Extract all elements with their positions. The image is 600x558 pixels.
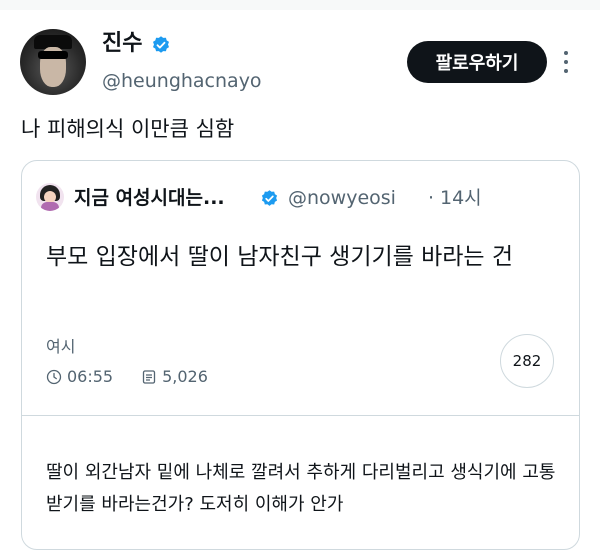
quoted-tweet-card[interactable]: 지금 여성시대는... @nowyeosi · 14시 부모 입장에서 딸이 남…: [21, 160, 580, 550]
author-avatar[interactable]: [20, 29, 86, 95]
separator-dot: ·: [428, 187, 435, 209]
quoted-post-meta: 06:55 5,026: [46, 367, 208, 386]
comment-count-badge: 282: [500, 334, 554, 388]
quoted-avatar: [36, 183, 64, 211]
quoted-post-views: 5,026: [162, 367, 208, 386]
quoted-timestamp: 14시: [440, 187, 482, 209]
verified-badge-icon: [153, 36, 169, 53]
quoted-board-name: 여시: [46, 337, 76, 356]
quoted-divider: [22, 415, 579, 416]
quoted-verified-badge-icon: [261, 190, 278, 206]
follow-button[interactable]: 팔로우하기: [407, 41, 547, 83]
tweet-text: 나 피해의식 이만큼 심함: [21, 117, 235, 141]
top-strip: [0, 0, 600, 10]
quoted-post-time: 06:55: [67, 367, 114, 386]
clock-icon: [46, 369, 62, 384]
quoted-post-title: 부모 입장에서 딸이 남자친구 생기기를 바라는 건: [46, 244, 514, 270]
quoted-post-body: 딸이 외간남자 밑에 나체로 깔려서 추하게 다리벌리고 생식기에 고통받기를 …: [46, 462, 556, 515]
document-icon: [142, 369, 156, 384]
quoted-author-handle: @nowyeosi: [288, 187, 396, 209]
author-handle[interactable]: @heunghacnayo: [102, 68, 262, 94]
author-name[interactable]: 진수: [102, 30, 142, 58]
more-dots-icon[interactable]: [558, 49, 574, 75]
quoted-author-name: 지금 여성시대는...: [74, 187, 225, 209]
